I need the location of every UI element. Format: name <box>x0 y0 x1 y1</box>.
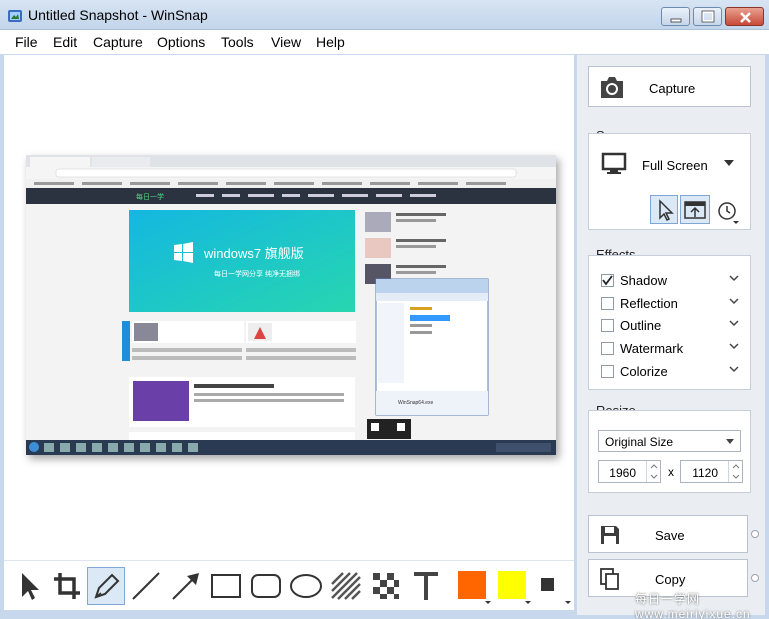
text-icon <box>414 572 438 600</box>
secondary-color-dropdown-icon[interactable] <box>525 601 531 604</box>
resize-mode-value: Original Size <box>605 435 674 449</box>
hatch-tool[interactable] <box>327 567 365 605</box>
chevron-down-icon[interactable] <box>729 320 739 328</box>
source-mode-dropdown[interactable]: Full Screen <box>642 158 708 173</box>
svg-text:windows7 旗舰版: windows7 旗舰版 <box>203 246 304 261</box>
menu-view[interactable]: View <box>271 34 301 50</box>
timer-icon[interactable] <box>717 201 741 225</box>
screenshot-preview-image: 每日一学 windows7 旗舰版 每日一学网分享 纯净无捆绑 WinSnap6… <box>26 155 556 455</box>
close-button[interactable] <box>725 7 764 26</box>
minimize-button[interactable] <box>661 7 690 26</box>
copy-option-indicator[interactable] <box>751 574 759 582</box>
menu-options[interactable]: Options <box>157 34 205 50</box>
menu-bar: File Edit Capture Options Tools View Hel… <box>0 30 769 54</box>
snapshot-canvas[interactable]: 每日一学 windows7 旗舰版 每日一学网分享 纯净无捆绑 WinSnap6… <box>4 55 574 560</box>
chevron-down-icon[interactable] <box>729 298 739 306</box>
ellipse-icon <box>290 574 322 598</box>
secondary-color-swatch[interactable] <box>498 571 526 599</box>
source-dropdown-icon[interactable] <box>724 160 734 166</box>
window-title: Untitled Snapshot - WinSnap <box>28 7 208 23</box>
rounded-rectangle-tool[interactable] <box>247 567 285 605</box>
shadow-label: Shadow <box>620 273 667 288</box>
menu-edit[interactable]: Edit <box>53 34 77 50</box>
save-button[interactable]: Save <box>588 515 748 553</box>
outline-label: Outline <box>620 318 662 333</box>
height-spinner[interactable] <box>728 461 742 482</box>
effects-group: Shadow Reflection Outline Watermark Colo… <box>588 255 751 390</box>
svg-text:每日一学网分享 纯净无捆绑: 每日一学网分享 纯净无捆绑 <box>214 269 300 278</box>
pointer-tool[interactable] <box>10 567 48 605</box>
resize-separator: x <box>668 465 674 479</box>
pixelate-tool[interactable] <box>367 567 405 605</box>
menu-tools[interactable]: Tools <box>221 34 254 50</box>
resize-width-input[interactable]: 1960 <box>598 460 661 483</box>
source-group: Full Screen <box>588 133 751 230</box>
save-icon <box>601 526 619 544</box>
chevron-down-icon[interactable] <box>729 366 739 374</box>
monitor-icon <box>601 152 627 174</box>
reflection-effect-row[interactable]: Reflection <box>601 295 739 313</box>
shadow-effect-row[interactable]: Shadow <box>601 272 739 290</box>
rectangle-icon <box>211 574 241 598</box>
capture-button[interactable]: Capture <box>588 66 751 107</box>
checkmark-icon <box>602 275 613 286</box>
region-capture-button[interactable] <box>680 195 710 224</box>
arrow-tool[interactable] <box>167 567 205 605</box>
copy-icon <box>600 568 619 590</box>
rectangle-tool[interactable] <box>207 567 245 605</box>
svg-text:WinSnap64.exe: WinSnap64.exe <box>398 400 434 406</box>
pen-icon <box>94 573 120 599</box>
reflection-label: Reflection <box>620 296 678 311</box>
watermark-checkbox[interactable] <box>601 342 614 355</box>
chevron-down-icon[interactable] <box>729 275 739 283</box>
reflection-checkbox[interactable] <box>601 297 614 310</box>
line-icon <box>132 572 160 600</box>
ellipse-tool[interactable] <box>287 567 325 605</box>
region-icon <box>684 201 706 219</box>
chevron-down-icon[interactable] <box>729 343 739 351</box>
line-width-button[interactable] <box>541 578 554 591</box>
drawing-toolbar <box>4 560 574 610</box>
crop-icon <box>54 573 80 599</box>
pointer-icon <box>22 573 39 600</box>
window-capture-button[interactable] <box>650 195 678 224</box>
svg-text:每日一学: 每日一学 <box>136 192 164 201</box>
pen-tool[interactable] <box>87 567 125 605</box>
watermark-label: Watermark <box>620 341 684 356</box>
hatch-icon <box>331 572 361 600</box>
resize-height-input[interactable]: 1120 <box>680 460 743 483</box>
crop-tool[interactable] <box>48 567 86 605</box>
text-tool[interactable] <box>407 567 445 605</box>
resize-mode-select[interactable]: Original Size <box>598 430 741 452</box>
line-tool[interactable] <box>127 567 165 605</box>
primary-color-dropdown-icon[interactable] <box>485 601 491 604</box>
outline-effect-row[interactable]: Outline <box>601 317 739 335</box>
pixelate-icon <box>373 573 399 599</box>
winsnap-app-icon <box>8 10 22 22</box>
menu-help[interactable]: Help <box>316 34 345 50</box>
save-option-indicator[interactable] <box>751 530 759 538</box>
width-spinner[interactable] <box>646 461 660 482</box>
rounded-rectangle-icon <box>251 574 281 598</box>
colorize-effect-row[interactable]: Colorize <box>601 363 739 381</box>
arrow-icon <box>172 573 199 600</box>
colorize-label: Colorize <box>620 364 668 379</box>
colorize-checkbox[interactable] <box>601 365 614 378</box>
resize-dropdown-icon <box>726 439 734 444</box>
resize-group: Original Size 1960 x 1120 <box>588 410 751 493</box>
line-width-dropdown-icon[interactable] <box>565 601 571 604</box>
menu-file[interactable]: File <box>15 34 38 50</box>
site-watermark: 每日一学网 www.meiriyixue.cn <box>635 592 751 619</box>
primary-color-swatch[interactable] <box>458 571 486 599</box>
cursor-icon <box>659 199 674 222</box>
maximize-button[interactable] <box>693 7 722 26</box>
captured-screenshot: 每日一学 windows7 旗舰版 每日一学网分享 纯净无捆绑 WinSnap6… <box>26 155 556 455</box>
outline-checkbox[interactable] <box>601 319 614 332</box>
menu-capture[interactable]: Capture <box>93 34 143 50</box>
shadow-checkbox[interactable] <box>601 274 614 287</box>
options-panel: Capture Source Full Screen Effects Shado… <box>577 55 765 615</box>
camera-icon <box>601 77 623 98</box>
title-bar: Untitled Snapshot - WinSnap <box>0 0 769 30</box>
watermark-effect-row[interactable]: Watermark <box>601 340 739 358</box>
